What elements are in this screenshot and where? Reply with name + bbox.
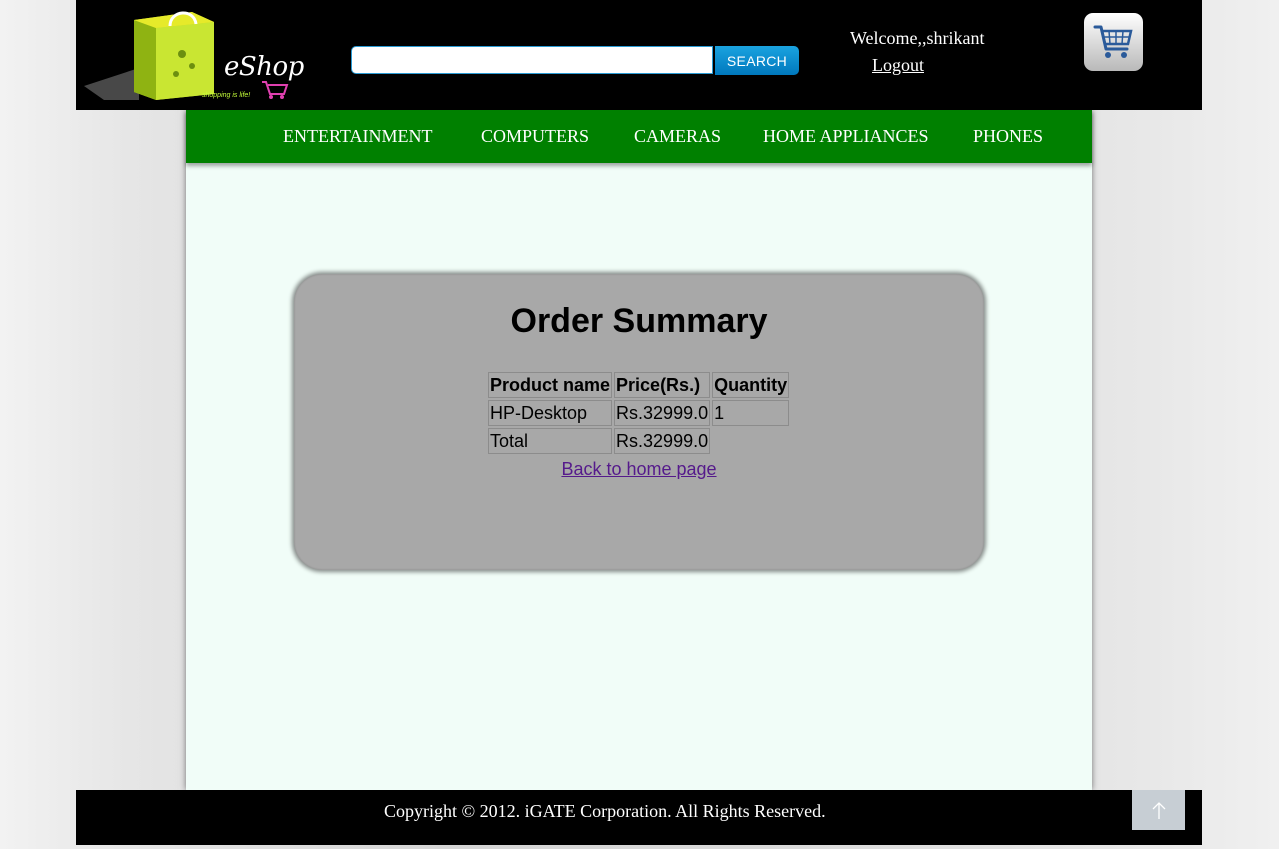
total-label-cell: Total — [488, 428, 613, 454]
welcome-text: Welcome,,shrikant — [850, 28, 985, 48]
shopping-cart-icon — [1093, 25, 1133, 58]
column-header: Product name — [488, 372, 613, 398]
main-content: ENTERTAINMENT COMPUTERS CAMERAS HOME APP… — [186, 110, 1092, 790]
order-summary-panel: Order Summary Product name Price(Rs.) Qu… — [294, 274, 984, 570]
page-title: Order Summary — [510, 302, 768, 340]
nav-item-computers[interactable]: COMPUTERS — [481, 126, 589, 147]
total-price-cell: Rs.32999.0 — [614, 428, 711, 454]
search-button[interactable]: SEARCH — [715, 46, 799, 75]
price-cell: Rs.32999.0 — [614, 400, 711, 426]
quantity-cell: 1 — [712, 400, 790, 426]
scroll-to-top-button[interactable] — [1132, 790, 1185, 830]
order-table: Product name Price(Rs.) Quantity HP-Desk… — [486, 370, 791, 456]
site-footer: Copyright © 2012. iGATE Corporation. All… — [76, 790, 1202, 845]
arrow-up-icon — [1152, 802, 1166, 819]
back-link-container: Back to home page — [294, 459, 984, 480]
search-input[interactable] — [351, 46, 713, 74]
nav-item-home-appliances[interactable]: HOME APPLIANCES — [763, 126, 929, 147]
back-to-home-link[interactable]: Back to home page — [561, 459, 716, 479]
product-name-cell: HP-Desktop — [488, 400, 613, 426]
total-row: Total Rs.32999.0 — [488, 428, 789, 454]
column-header: Quantity — [712, 372, 790, 398]
nav-item-entertainment[interactable]: ENTERTAINMENT — [283, 126, 432, 147]
cart-button[interactable] — [1084, 13, 1143, 71]
eshop-logo[interactable]: eShop shopping is life! — [84, 8, 304, 102]
nav-item-cameras[interactable]: CAMERAS — [634, 126, 721, 147]
column-header: Price(Rs.) — [614, 372, 711, 398]
copyright-text: Copyright © 2012. iGATE Corporation. All… — [384, 801, 826, 821]
logo-tagline: shopping is life! — [202, 92, 251, 99]
table-header-row: Product name Price(Rs.) Quantity — [488, 372, 790, 398]
nav-item-phones[interactable]: PHONES — [973, 126, 1043, 147]
category-nav: ENTERTAINMENT COMPUTERS CAMERAS HOME APP… — [186, 110, 1092, 163]
logout-link[interactable]: Logout — [872, 55, 924, 76]
table-row: HP-Desktop Rs.32999.0 1 — [488, 400, 790, 426]
site-header: eShop shopping is life! SEARCH Welcome,,… — [76, 0, 1202, 110]
logo-text: eShop — [224, 52, 304, 82]
